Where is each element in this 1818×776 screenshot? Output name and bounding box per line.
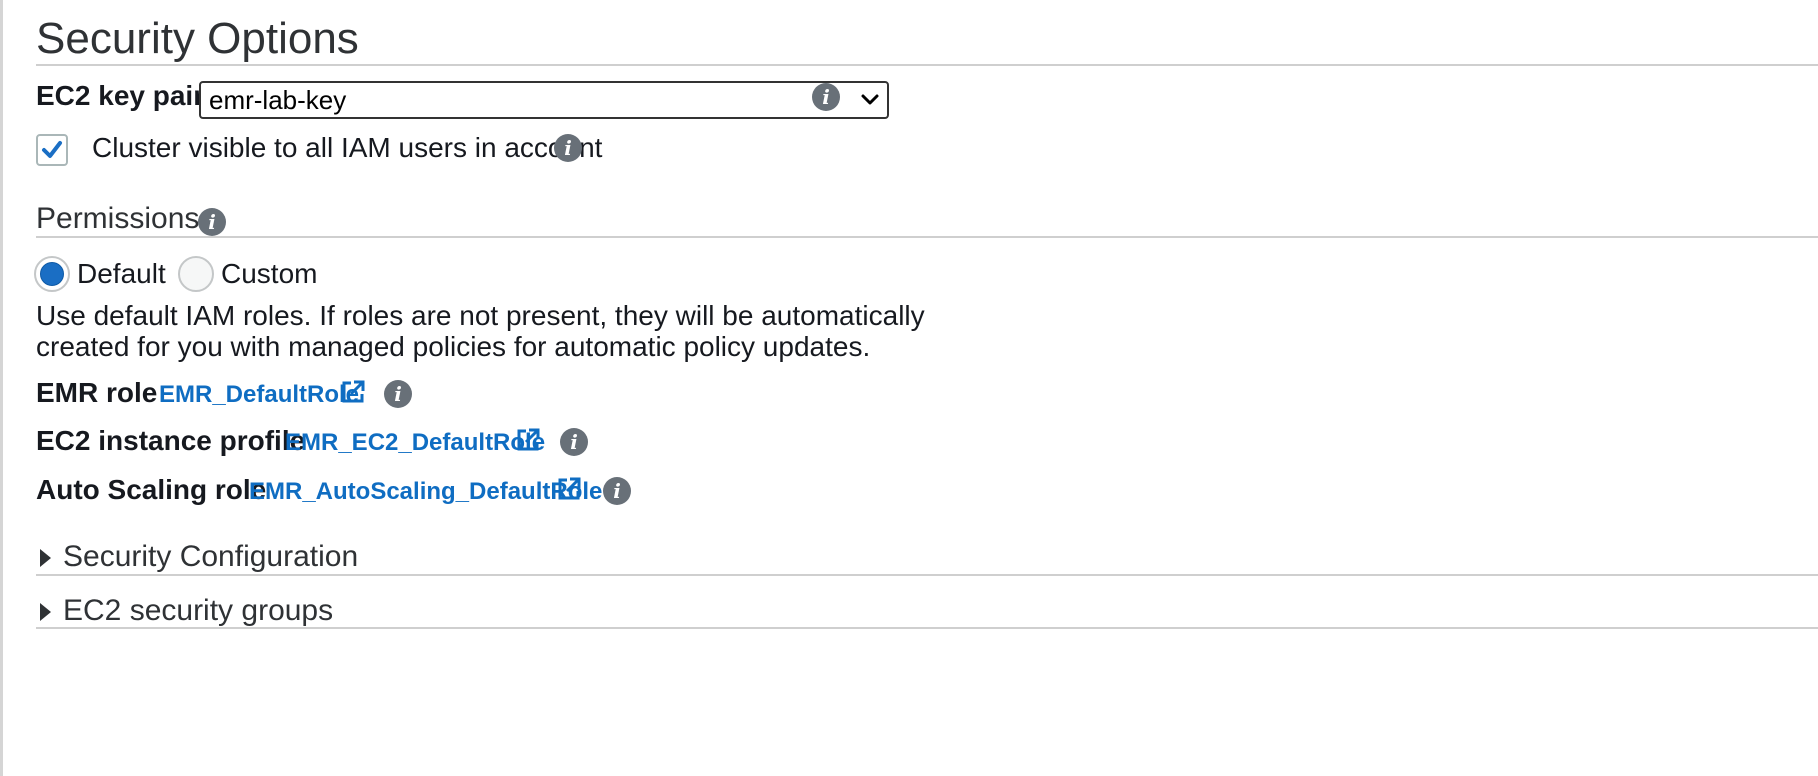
emr-role-label: EMR role bbox=[36, 377, 158, 408]
permissions-title: Permissions bbox=[36, 202, 200, 235]
chevron-down-icon bbox=[861, 94, 879, 105]
security-configuration-divider bbox=[36, 574, 1818, 576]
ec2-instance-profile-info-icon[interactable]: i bbox=[560, 428, 588, 456]
external-link-icon[interactable] bbox=[340, 379, 366, 405]
caret-right-icon[interactable] bbox=[40, 549, 51, 567]
key-pair-selected-value: emr-lab-key bbox=[209, 85, 347, 115]
ec2-security-groups-divider bbox=[36, 627, 1818, 629]
key-pair-select[interactable]: emr-lab-key bbox=[199, 81, 889, 119]
section-divider bbox=[36, 64, 1818, 66]
security-configuration-toggle[interactable]: Security Configuration bbox=[63, 540, 358, 574]
ec2-instance-profile-label: EC2 instance profile bbox=[36, 425, 306, 456]
emr-role-link[interactable]: EMR_DefaultRole bbox=[159, 381, 359, 409]
caret-right-icon[interactable] bbox=[40, 603, 51, 621]
page-title: Security Options bbox=[36, 14, 359, 63]
visibility-label: Cluster visible to all IAM users in acco… bbox=[92, 132, 603, 163]
external-link-icon[interactable] bbox=[556, 476, 582, 502]
auto-scaling-role-info-icon[interactable]: i bbox=[603, 477, 631, 505]
checkmark-icon bbox=[42, 141, 62, 158]
ec2-instance-profile-link[interactable]: EMR_EC2_DefaultRole bbox=[285, 429, 545, 457]
visibility-checkbox[interactable] bbox=[36, 134, 68, 166]
ec2-security-groups-toggle[interactable]: EC2 security groups bbox=[63, 594, 333, 628]
emr-role-info-icon[interactable]: i bbox=[384, 380, 412, 408]
auto-scaling-role-link[interactable]: EMR_AutoScaling_DefaultRole bbox=[249, 478, 602, 506]
permissions-divider bbox=[36, 236, 1818, 238]
external-link-icon[interactable] bbox=[515, 427, 541, 453]
radio-default-label: Default bbox=[77, 258, 166, 289]
radio-custom[interactable] bbox=[178, 256, 214, 292]
visibility-info-icon[interactable]: i bbox=[554, 134, 582, 162]
radio-default[interactable] bbox=[34, 256, 70, 292]
key-pair-label: EC2 key pair bbox=[36, 80, 205, 111]
auto-scaling-role-label: Auto Scaling role bbox=[36, 474, 267, 505]
left-border bbox=[0, 0, 3, 776]
key-pair-info-icon[interactable]: i bbox=[812, 83, 840, 111]
radio-selected-dot bbox=[40, 262, 64, 286]
radio-custom-label: Custom bbox=[221, 258, 318, 289]
permissions-info-icon[interactable]: i bbox=[198, 208, 226, 236]
permissions-description-line2: created for you with managed policies fo… bbox=[36, 331, 871, 362]
